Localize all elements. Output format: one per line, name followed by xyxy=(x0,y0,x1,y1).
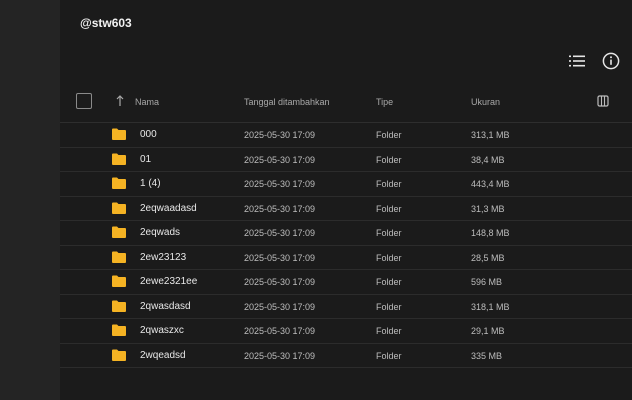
row-name: 2ewe2321ee xyxy=(140,276,198,287)
table-row[interactable]: 2qwaszxc 2025-05-30 17:09 Folder 29,1 MB xyxy=(60,319,632,344)
column-header-date[interactable]: Tanggal ditambahkan xyxy=(244,97,330,107)
sidebar xyxy=(0,0,60,400)
row-size: 29,1 MB xyxy=(471,326,505,336)
row-type: Folder xyxy=(376,277,402,287)
folder-icon xyxy=(112,300,126,312)
row-date: 2025-05-30 17:09 xyxy=(244,179,316,189)
table-row[interactable]: 1 (4) 2025-05-30 17:09 Folder 443,4 MB xyxy=(60,172,632,197)
table-row[interactable]: 2eqwaadasd 2025-05-30 17:09 Folder 31,3 … xyxy=(60,197,632,221)
folder-icon xyxy=(112,226,126,238)
row-type: Folder xyxy=(376,228,402,238)
row-date: 2025-05-30 17:09 xyxy=(244,277,316,287)
select-all-checkbox[interactable] xyxy=(76,93,92,109)
row-type: Folder xyxy=(376,252,402,263)
row-date: 2025-05-30 17:09 xyxy=(244,203,316,214)
sort-ascending-icon[interactable] xyxy=(116,95,124,107)
row-name: 2qwasdasd xyxy=(140,300,191,312)
row-name: 01 xyxy=(140,153,152,165)
table-row[interactable]: 2eqwads 2025-05-30 17:09 Folder 148,8 MB xyxy=(60,221,632,246)
list-view-button[interactable] xyxy=(565,50,589,72)
row-type: Folder xyxy=(376,326,402,336)
row-size: 335 MB xyxy=(471,350,503,361)
row-size: 596 MB xyxy=(471,277,503,287)
folder-icon xyxy=(112,202,126,214)
list-view-icon xyxy=(569,55,585,67)
row-name: 2eqwaadasd xyxy=(140,202,197,214)
row-name: 2ew23123 xyxy=(140,251,187,263)
row-size: 28,5 MB xyxy=(471,252,505,263)
row-type: Folder xyxy=(376,130,402,140)
row-date: 2025-05-30 17:09 xyxy=(244,228,316,238)
row-size: 313,1 MB xyxy=(471,130,510,140)
row-date: 2025-05-30 17:09 xyxy=(244,326,316,336)
row-date: 2025-05-30 17:09 xyxy=(244,301,316,312)
column-header-type[interactable]: Tipe xyxy=(376,97,393,107)
folder-icon xyxy=(112,153,126,165)
folder-icon xyxy=(112,251,126,263)
row-name: 2wqeadsd xyxy=(140,349,186,361)
row-name: 000 xyxy=(140,129,157,140)
table-row[interactable]: 2ew23123 2025-05-30 17:09 Folder 28,5 MB xyxy=(60,246,632,270)
folder-icon xyxy=(112,324,126,336)
row-name: 2qwaszxc xyxy=(140,325,184,336)
row-type: Folder xyxy=(376,301,402,312)
folder-icon xyxy=(112,349,126,361)
table-row[interactable]: 2wqeadsd 2025-05-30 17:09 Folder 335 MB xyxy=(60,344,632,368)
row-size: 38,4 MB xyxy=(471,154,505,165)
row-name: 1 (4) xyxy=(140,178,161,189)
column-header-size[interactable]: Ukuran xyxy=(471,97,500,107)
row-size: 443,4 MB xyxy=(471,179,510,189)
row-type: Folder xyxy=(376,154,402,165)
table-row[interactable]: 000 2025-05-30 17:09 Folder 313,1 MB xyxy=(60,123,632,148)
row-size: 318,1 MB xyxy=(471,301,510,312)
row-date: 2025-05-30 17:09 xyxy=(244,130,316,140)
columns-icon[interactable] xyxy=(597,95,609,107)
row-type: Folder xyxy=(376,179,402,189)
column-header-name[interactable]: Nama xyxy=(135,97,159,107)
info-button[interactable] xyxy=(599,50,623,72)
row-date: 2025-05-30 17:09 xyxy=(244,154,316,165)
row-name: 2eqwads xyxy=(140,227,181,238)
info-icon xyxy=(602,52,620,70)
page-title: @stw603 xyxy=(80,16,132,30)
folder-icon xyxy=(112,275,126,287)
main-panel: @stw603 Nama Tanggal ditambahkan Tipe Uk… xyxy=(60,0,632,400)
row-size: 148,8 MB xyxy=(471,228,510,238)
row-size: 31,3 MB xyxy=(471,203,505,214)
row-date: 2025-05-30 17:09 xyxy=(244,252,316,263)
table-header: Nama Tanggal ditambahkan Tipe Ukuran xyxy=(60,86,632,123)
row-type: Folder xyxy=(376,203,402,214)
table-row[interactable]: 01 2025-05-30 17:09 Folder 38,4 MB xyxy=(60,148,632,172)
folder-icon xyxy=(112,177,126,189)
row-type: Folder xyxy=(376,350,402,361)
file-list: 000 2025-05-30 17:09 Folder 313,1 MB 01 … xyxy=(60,123,632,368)
table-row[interactable]: 2qwasdasd 2025-05-30 17:09 Folder 318,1 … xyxy=(60,295,632,319)
table-row[interactable]: 2ewe2321ee 2025-05-30 17:09 Folder 596 M… xyxy=(60,270,632,295)
row-date: 2025-05-30 17:09 xyxy=(244,350,316,361)
folder-icon xyxy=(112,128,126,140)
